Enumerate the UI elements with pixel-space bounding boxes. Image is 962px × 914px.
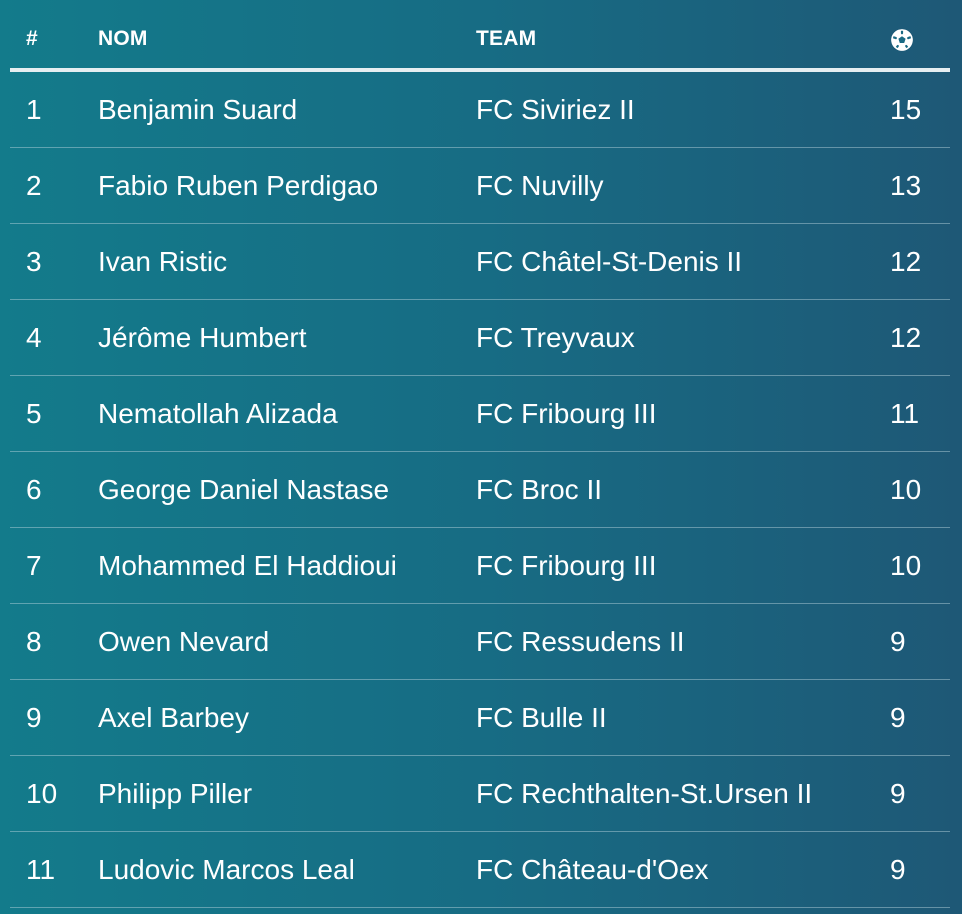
row-rank: 5 xyxy=(26,398,42,429)
goals-count: 10 xyxy=(890,474,922,505)
table-row[interactable]: 11 Ludovic Marcos Leal FC Château-d'Oex 9 xyxy=(10,832,950,908)
table-row[interactable]: 2 Fabio Ruben Perdigao FC Nuvilly 13 xyxy=(10,148,950,224)
player-name: Owen Nevard xyxy=(98,626,270,657)
player-name: George Daniel Nastase xyxy=(98,474,390,505)
goals-count: 13 xyxy=(890,170,922,201)
table-body: 1 Benjamin Suard FC Siviriez II 15 2 Fabio Ru… xyxy=(10,72,950,908)
row-rank: 8 xyxy=(26,626,42,657)
player-name: Ivan Ristic xyxy=(98,246,228,277)
team-name: FC Siviriez II xyxy=(476,94,635,125)
scorers-table: # NOM TEAM 1 Benjamin Suard FC Siviriez II… xyxy=(10,0,950,908)
team-name: FC Bulle II xyxy=(476,702,607,733)
team-name: FC Nuvilly xyxy=(476,170,604,201)
header-name[interactable]: NOM xyxy=(98,27,148,51)
row-rank: 6 xyxy=(26,474,42,505)
team-name: FC Treyvaux xyxy=(476,322,635,353)
row-rank: 11 xyxy=(26,854,56,885)
player-name: Fabio Ruben Perdigao xyxy=(98,170,379,201)
row-rank: 10 xyxy=(26,778,58,809)
team-name: FC Broc II xyxy=(476,474,603,505)
team-name: FC Château-d'Oex xyxy=(476,854,709,885)
goals-count: 9 xyxy=(890,854,906,885)
team-name: FC Fribourg III xyxy=(476,550,657,581)
team-name: FC Ressudens II xyxy=(476,626,685,657)
goals-count: 10 xyxy=(890,550,922,581)
team-name: FC Châtel-St-Denis II xyxy=(476,246,743,277)
table-header: # NOM TEAM xyxy=(10,0,950,72)
goals-count: 15 xyxy=(890,94,922,125)
goals-count: 12 xyxy=(890,322,922,353)
row-rank: 4 xyxy=(26,322,42,353)
table-row[interactable]: 6 George Daniel Nastase FC Broc II 10 xyxy=(10,452,950,528)
goals-count: 9 xyxy=(890,702,906,733)
goals-count: 9 xyxy=(890,778,906,809)
table-row[interactable]: 1 Benjamin Suard FC Siviriez II 15 xyxy=(10,72,950,148)
table-row[interactable]: 10 Philipp Piller FC Rechthalten-St.Ursen … xyxy=(10,756,950,832)
table-row[interactable]: 9 Axel Barbey FC Bulle II 9 xyxy=(10,680,950,756)
player-name: Philipp Piller xyxy=(98,778,253,809)
header-rank[interactable]: # xyxy=(26,27,38,51)
soccer-ball-icon[interactable] xyxy=(890,28,914,52)
table-row[interactable]: 3 Ivan Ristic FC Châtel-St-Denis II 12 xyxy=(10,224,950,300)
table-row[interactable]: 5 Nematollah Alizada FC Fribourg III 11 xyxy=(10,376,950,452)
player-name: Axel Barbey xyxy=(98,702,249,733)
goals-count: 11 xyxy=(890,398,920,429)
header-team[interactable]: TEAM xyxy=(476,27,536,51)
table-row[interactable]: 8 Owen Nevard FC Ressudens II 9 xyxy=(10,604,950,680)
goals-count: 12 xyxy=(890,246,922,277)
player-name: Mohammed El Haddioui xyxy=(98,550,397,581)
player-name: Ludovic Marcos Leal xyxy=(98,854,355,885)
goals-count: 9 xyxy=(890,626,906,657)
team-name: FC Fribourg III xyxy=(476,398,657,429)
table-row[interactable]: 7 Mohammed El Haddioui FC Fribourg III 10 xyxy=(10,528,950,604)
row-rank: 1 xyxy=(26,94,42,125)
row-rank: 3 xyxy=(26,246,42,277)
player-name: Nematollah Alizada xyxy=(98,398,338,429)
table-row[interactable]: 4 Jérôme Humbert FC Treyvaux 12 xyxy=(10,300,950,376)
player-name: Jérôme Humbert xyxy=(98,322,307,353)
player-name: Benjamin Suard xyxy=(98,94,298,125)
row-rank: 7 xyxy=(26,550,42,581)
team-name: FC Rechthalten-St.Ursen II xyxy=(476,778,813,809)
row-rank: 9 xyxy=(26,702,42,733)
row-rank: 2 xyxy=(26,170,42,201)
